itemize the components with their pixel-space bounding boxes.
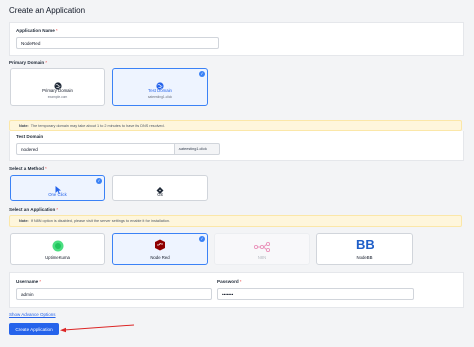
n8n-note-text: If N8N option is disabled, please visit … <box>30 219 170 223</box>
app-name-card: Application Name* NodeRed <box>9 22 464 56</box>
nodebb-icon: BB <box>356 237 375 256</box>
primary-domain-option-title: Primary Domain <box>42 88 73 93</box>
app-name-label: Application Name* <box>16 28 58 33</box>
test-domain-option-subtitle: sateesting1.click <box>147 95 173 99</box>
method-label: Select a Method* <box>9 166 47 171</box>
n8n-note: Note: If N8N option is disabled, please … <box>9 215 462 227</box>
check-icon: ✓ <box>199 71 205 77</box>
dns-note: Note: The temporary domain may take abou… <box>9 120 462 131</box>
uptime-kuma-option[interactable]: UptimeKuma <box>10 233 105 265</box>
create-application-button[interactable]: Create Application <box>9 323 59 335</box>
primary-domain-option-subtitle: example.com <box>47 95 68 99</box>
show-advance-options-link[interactable]: Show Advance Options <box>9 312 56 317</box>
page-title: Create an Application <box>9 6 86 15</box>
git-option-title: Git <box>157 192 163 197</box>
credentials-card: Username* admin Password* ••••••• <box>9 272 464 308</box>
check-icon: ✓ <box>96 178 102 184</box>
node-red-option-title: Node Red <box>150 255 170 260</box>
primary-domain-label: Primary Domain* <box>9 60 48 65</box>
app-name-input[interactable]: NodeRed <box>16 37 219 49</box>
annotation-arrow <box>60 324 135 333</box>
dns-note-prefix: Note: <box>19 123 29 128</box>
application-label: Select an Application* <box>9 207 59 212</box>
dns-note-text: The temporary domain may take about 1 to… <box>30 123 165 128</box>
test-domain-option[interactable]: ✓ Test Domain sateesting1.click <box>112 68 208 106</box>
primary-domain-option[interactable]: Primary Domain example.com <box>10 68 105 106</box>
check-icon: ✓ <box>199 236 205 242</box>
git-option[interactable]: Git <box>112 175 208 201</box>
nodebb-option-title: NodeBB <box>356 255 373 260</box>
uptime-kuma-option-title: UptimeKuma <box>45 255 70 260</box>
password-input[interactable]: ••••••• <box>217 288 414 300</box>
password-label: Password* <box>217 279 242 284</box>
n8n-option[interactable]: N8N <box>214 233 310 265</box>
n8n-option-title: N8N <box>257 255 267 260</box>
test-domain-input[interactable]: nodered <box>16 143 175 155</box>
svg-text:BB: BB <box>356 237 374 251</box>
username-input[interactable]: admin <box>16 288 212 300</box>
username-label: Username* <box>16 279 42 284</box>
nodebb-option[interactable]: BB NodeBB <box>316 233 413 265</box>
test-domain-label: Test Domain <box>16 134 44 139</box>
n8n-note-prefix: Note: <box>19 219 29 223</box>
node-red-icon <box>154 238 166 256</box>
one-click-option-title: One Click <box>48 192 67 197</box>
test-domain-card: Test Domain nodered .sateesting1.click <box>9 131 464 161</box>
node-red-option[interactable]: ✓ Node Red <box>112 233 208 265</box>
test-domain-option-title: Test Domain <box>148 88 172 93</box>
one-click-option[interactable]: ✓ One Click <box>10 175 105 201</box>
test-domain-suffix: .sateesting1.click <box>175 143 220 155</box>
